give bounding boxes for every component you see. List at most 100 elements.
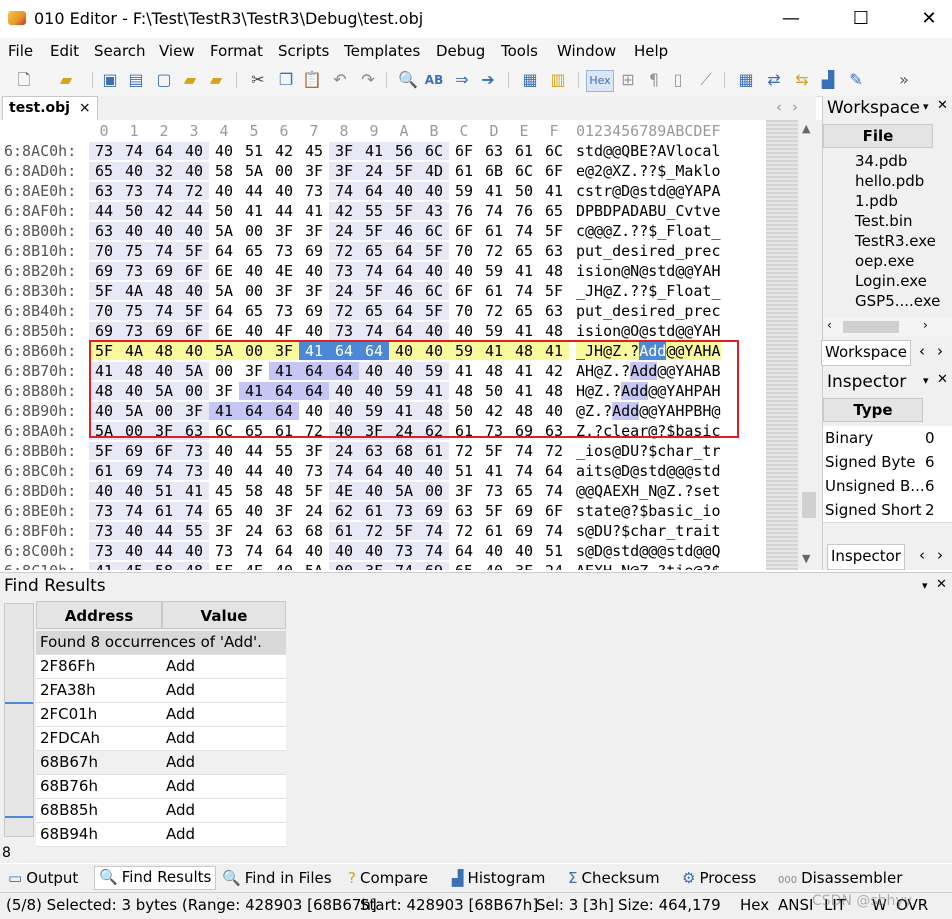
status-charset[interactable]: ANSI xyxy=(778,896,813,914)
scroll-track[interactable]: ▲ ▼ xyxy=(798,120,822,570)
ascii-text[interactable]: @Z.?Add@@YAHPBH@ xyxy=(576,402,721,420)
tab-inspector[interactable]: Inspector xyxy=(827,544,905,570)
hex-byte[interactable]: 61 xyxy=(509,142,539,160)
ascii-text[interactable]: c@@@Z.??$_Float_ xyxy=(576,222,721,240)
hex-byte[interactable]: 69 xyxy=(89,322,119,340)
ascii-text[interactable]: put_desired_prec xyxy=(576,242,721,260)
hex-byte[interactable]: 70 xyxy=(89,242,119,260)
hex-byte[interactable]: 5F xyxy=(389,162,419,180)
hex-row[interactable]: 6:8BD0h: 40 40 51 41 45 58 48 5F 4E 40 5A 00 3F 73 65 74… xyxy=(0,482,766,502)
find-result-row[interactable]: 68B85h Add xyxy=(36,799,286,823)
hex-byte[interactable]: 61 xyxy=(479,282,509,300)
find-result-row[interactable]: 2FC01h Add xyxy=(36,703,286,727)
hex-byte[interactable]: 3F xyxy=(329,142,359,160)
hex-byte[interactable]: 72 xyxy=(449,442,479,460)
new-file-icon[interactable]: 🗋 xyxy=(14,70,34,90)
hex-byte[interactable]: 41 xyxy=(89,562,119,570)
hex-byte[interactable]: 44 xyxy=(239,182,269,200)
hex-byte[interactable]: 6B xyxy=(479,162,509,180)
hex-byte[interactable]: 5A xyxy=(149,382,179,400)
hex-byte[interactable]: 6F xyxy=(179,322,209,340)
hex-row[interactable]: 6:8B90h: 40 5A 00 3F 41 64 64 40 40 59 41 48 50 42 48 40… xyxy=(0,402,766,422)
hex-byte[interactable]: 5F xyxy=(299,482,329,500)
hex-byte[interactable]: 41 xyxy=(509,362,539,380)
hex-byte[interactable]: 74 xyxy=(149,182,179,200)
calculator-icon[interactable]: ▦ xyxy=(736,70,756,90)
hex-byte[interactable]: 63 xyxy=(449,502,479,520)
hex-byte[interactable]: 41 xyxy=(509,262,539,280)
minimize-button[interactable]: — xyxy=(768,0,814,38)
ascii-text[interactable]: H@Z.?Add@@YAHPAH xyxy=(576,382,721,400)
hex-byte[interactable]: 40 xyxy=(119,382,149,400)
hex-byte[interactable]: 44 xyxy=(239,442,269,460)
menu-window[interactable]: Window xyxy=(557,42,616,60)
hex-byte[interactable]: 5A xyxy=(299,562,329,570)
hex-byte[interactable]: 73 xyxy=(89,502,119,520)
hex-byte[interactable]: 56 xyxy=(389,142,419,160)
ascii-text[interactable]: _JH@Z.??$_Float_ xyxy=(576,282,721,300)
hex-byte[interactable]: 6C xyxy=(419,282,449,300)
find-icon[interactable]: 🔍 xyxy=(398,70,418,90)
hex-byte[interactable]: 74 xyxy=(359,322,389,340)
hex-row[interactable]: 6:8BF0h: 73 40 44 55 3F 24 63 68 61 72 5F 74 72 61 69 74… xyxy=(0,522,766,542)
hex-byte[interactable]: 48 xyxy=(509,402,539,420)
undo-icon[interactable]: ↶ xyxy=(330,70,350,90)
hex-byte[interactable]: 74 xyxy=(509,462,539,480)
hex-byte[interactable]: 69 xyxy=(419,502,449,520)
hex-byte[interactable]: 40 xyxy=(209,442,239,460)
hex-byte[interactable]: 69 xyxy=(119,462,149,480)
hex-byte[interactable]: 3F xyxy=(509,562,539,570)
hex-byte[interactable]: 51 xyxy=(449,462,479,480)
menu-view[interactable]: View xyxy=(159,42,195,60)
menu-edit[interactable]: Edit xyxy=(50,42,79,60)
panel-tab-right-icon[interactable]: › xyxy=(937,546,943,564)
find-result-row[interactable]: 68B94h Add xyxy=(36,823,286,847)
find-result-row[interactable]: 2FA38h Add xyxy=(36,679,286,703)
hex-byte[interactable]: 65 xyxy=(209,502,239,520)
hex-byte[interactable]: 64 xyxy=(389,322,419,340)
hex-byte[interactable]: 63 xyxy=(89,182,119,200)
hex-byte[interactable]: 5F xyxy=(179,302,209,320)
hex-byte[interactable]: 41 xyxy=(359,142,389,160)
hex-byte[interactable]: 41 xyxy=(479,462,509,480)
hex-byte[interactable]: 63 xyxy=(539,242,569,260)
hex-row[interactable]: 6:8AC0h: 73 74 64 40 40 51 42 45 3F 41 56 6C 6F 63 61 6C… xyxy=(0,142,766,162)
hex-byte[interactable]: 5F xyxy=(479,502,509,520)
hex-byte[interactable]: 40 xyxy=(419,342,449,360)
hex-byte[interactable]: 64 xyxy=(389,262,419,280)
workspace-file-item[interactable]: Test.bin xyxy=(855,212,913,230)
hex-byte[interactable]: 61 xyxy=(449,162,479,180)
hex-byte[interactable]: 73 xyxy=(299,182,329,200)
hex-byte[interactable]: 76 xyxy=(449,202,479,220)
hex-byte[interactable]: 55 xyxy=(179,522,209,540)
hex-byte[interactable]: 5F xyxy=(539,282,569,300)
menu-debug[interactable]: Debug xyxy=(436,42,485,60)
hex-byte[interactable]: 61 xyxy=(89,462,119,480)
hex-byte[interactable]: 59 xyxy=(479,322,509,340)
hex-byte[interactable]: 40 xyxy=(479,542,509,560)
hex-byte[interactable]: 61 xyxy=(419,442,449,460)
workspace-file-item[interactable]: 34.pdb xyxy=(855,152,907,170)
hex-byte[interactable]: 48 xyxy=(89,382,119,400)
hex-byte[interactable]: 40 xyxy=(89,402,119,420)
hex-byte[interactable]: 6C xyxy=(419,142,449,160)
hex-byte[interactable]: 6F xyxy=(449,282,479,300)
hex-byte[interactable]: 73 xyxy=(479,422,509,440)
value-column-header[interactable]: Value xyxy=(162,601,286,629)
hex-byte[interactable]: 40 xyxy=(209,142,239,160)
columns-icon[interactable]: ▯ xyxy=(668,70,688,90)
hex-byte[interactable]: 69 xyxy=(149,322,179,340)
hex-row[interactable]: 6:8BB0h: 5F 69 6F 73 40 44 55 3F 24 63 68 61 72 5F 74 72… xyxy=(0,442,766,462)
hex-byte[interactable]: 48 xyxy=(479,362,509,380)
hex-byte[interactable]: 50 xyxy=(209,202,239,220)
goto-icon[interactable]: ⇒ xyxy=(452,70,472,90)
tools-icon[interactable]: ✎ xyxy=(846,70,866,90)
ascii-text[interactable]: ision@N@std@@YAH xyxy=(576,262,721,280)
hex-byte[interactable]: 41 xyxy=(299,202,329,220)
hex-byte[interactable]: 40 xyxy=(419,182,449,200)
hex-row[interactable]: 6:8C00h: 73 40 44 40 73 74 64 40 40 40 73 74 64 40 40 51… xyxy=(0,542,766,562)
hex-byte[interactable]: 40 xyxy=(389,362,419,380)
hex-byte[interactable]: 40 xyxy=(389,342,419,360)
hex-byte[interactable]: 45 xyxy=(209,482,239,500)
hex-byte[interactable]: 40 xyxy=(89,482,119,500)
